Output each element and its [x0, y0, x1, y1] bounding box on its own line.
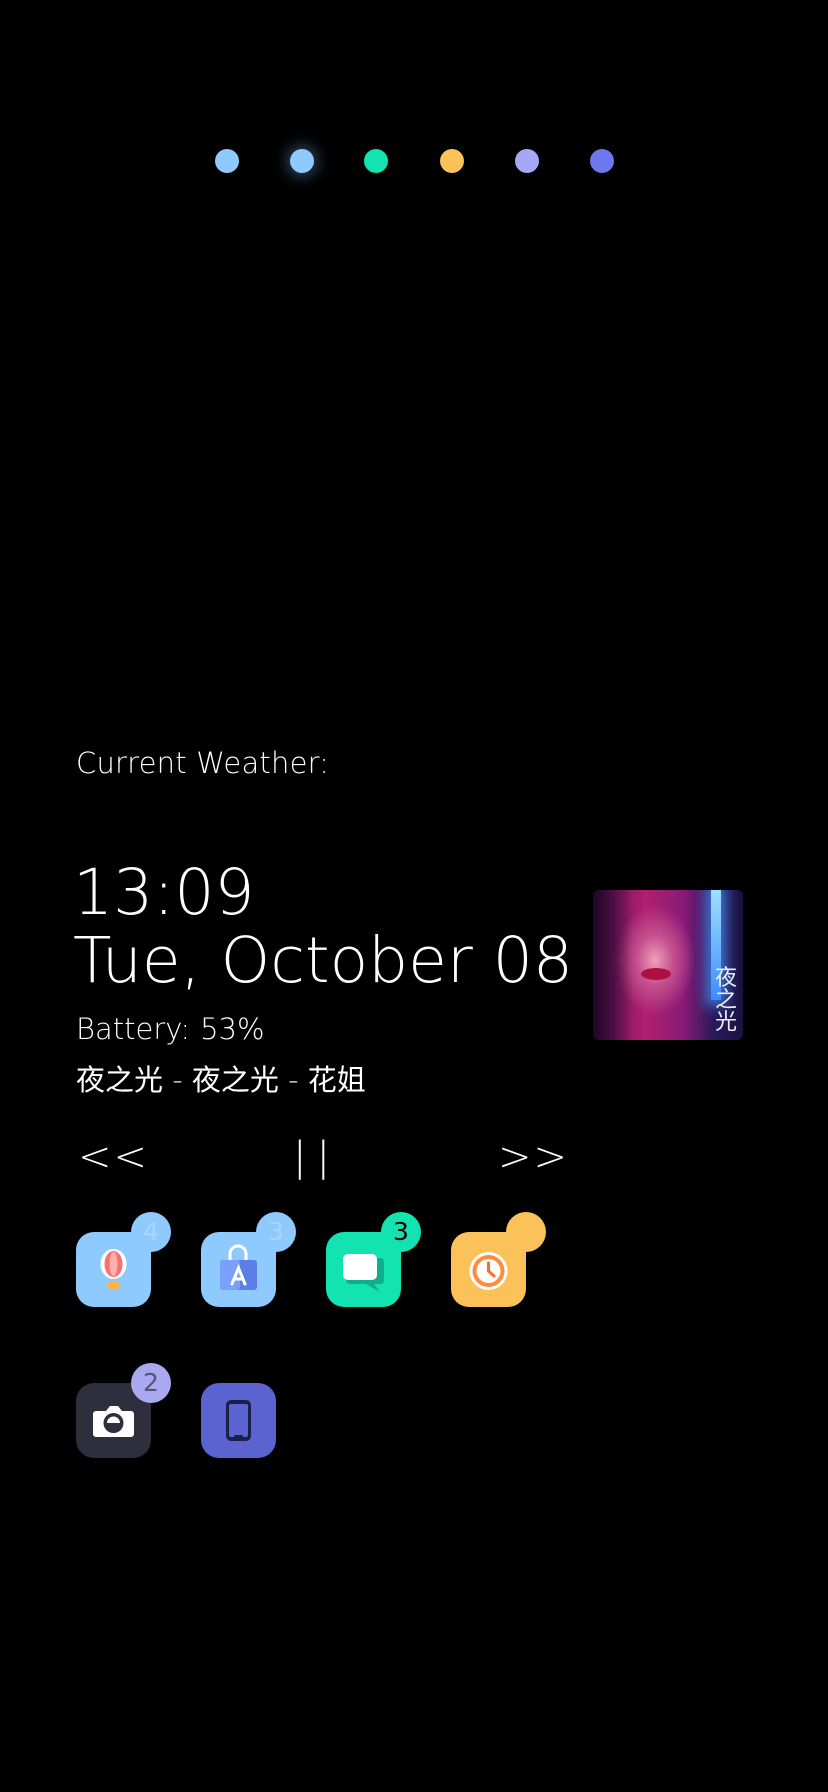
previous-track-button[interactable]: << — [78, 1132, 149, 1182]
battery-value: 53% — [200, 1012, 265, 1046]
page-indicator — [0, 149, 828, 175]
clock-app[interactable] — [451, 1212, 546, 1307]
page-dot[interactable] — [515, 149, 539, 173]
next-track-button[interactable]: >> — [498, 1132, 569, 1182]
app-store-app[interactable]: 3 — [201, 1212, 296, 1307]
battery-status: Battery: 53% — [76, 1012, 265, 1046]
messages-app[interactable]: 3 — [326, 1212, 421, 1307]
clock-time: 13:09 — [73, 856, 255, 929]
album-art-title: 夜之光 — [714, 966, 737, 1035]
pause-button[interactable]: || — [293, 1132, 340, 1182]
phone-app[interactable] — [201, 1383, 276, 1458]
balloon-app[interactable]: 4 — [76, 1212, 171, 1307]
page-dot[interactable] — [364, 149, 388, 173]
page-dot[interactable] — [215, 149, 239, 173]
weather-label: Current Weather: — [76, 746, 330, 780]
camera-app[interactable]: 2 — [76, 1363, 171, 1458]
phone-device-icon — [226, 1400, 251, 1441]
notification-badge: 3 — [381, 1212, 421, 1252]
album-art-shadow — [593, 890, 633, 1040]
page-dot[interactable] — [290, 149, 314, 173]
page-dot[interactable] — [590, 149, 614, 173]
clock-date: Tue, October 08 — [73, 924, 573, 997]
now-playing-track: 夜之光 - 夜之光 - 花姐 — [76, 1063, 366, 1097]
album-art[interactable]: 夜之光 — [593, 890, 743, 1040]
notification-badge: 2 — [131, 1363, 171, 1403]
page-dot[interactable] — [440, 149, 464, 173]
album-art-figure — [641, 968, 671, 980]
notification-badge — [506, 1212, 546, 1252]
battery-label: Battery: — [76, 1012, 191, 1046]
notification-badge: 3 — [256, 1212, 296, 1252]
notification-badge: 4 — [131, 1212, 171, 1252]
